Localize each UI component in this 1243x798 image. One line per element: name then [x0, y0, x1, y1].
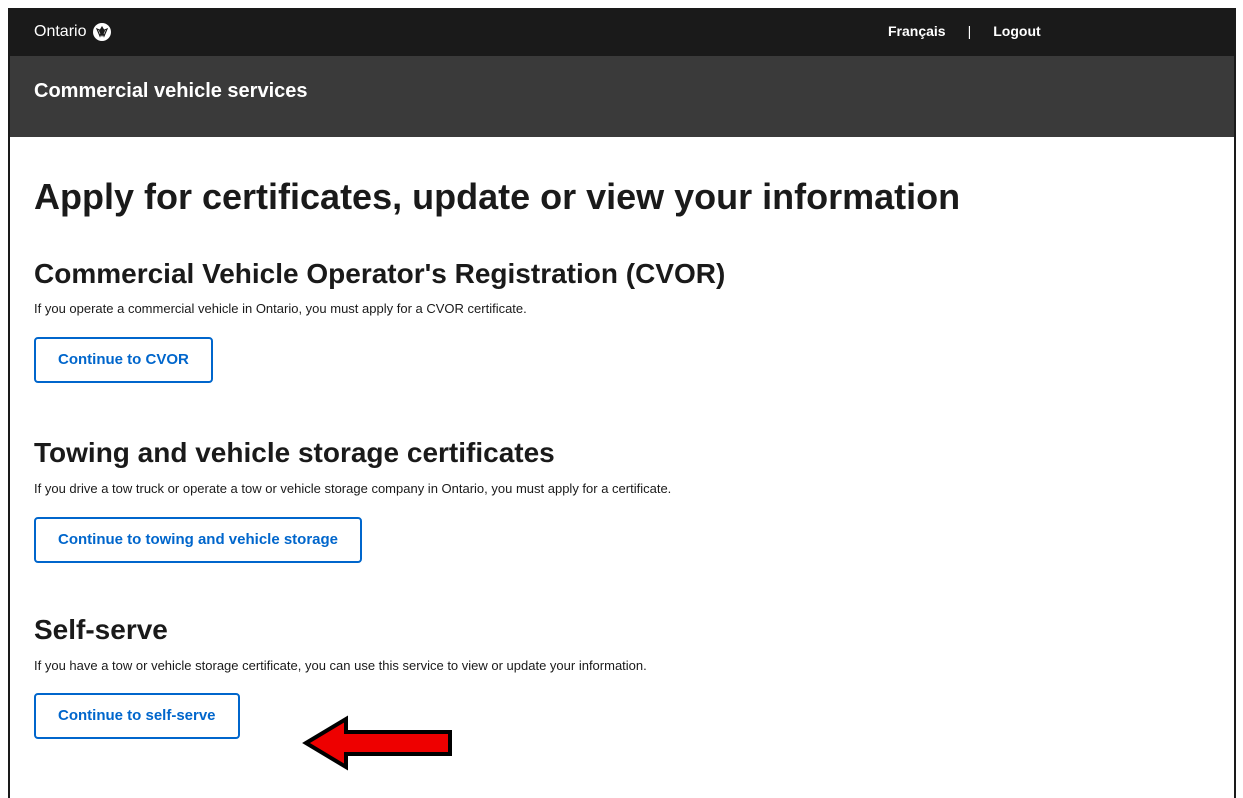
self-serve-description: If you have a tow or vehicle storage cer… — [34, 658, 647, 673]
continue-to-towing-button[interactable]: Continue to towing and vehicle storage — [34, 517, 363, 563]
cvor-description: If you operate a commercial vehicle in O… — [34, 301, 527, 316]
service-header: Commercial vehicle services — [10, 56, 1234, 137]
ontario-logo[interactable]: Ontario — [34, 22, 112, 42]
self-serve-heading: Self-serve — [34, 614, 168, 645]
left-arrow-icon — [302, 715, 452, 771]
continue-to-cvor-button[interactable]: Continue to CVOR — [34, 337, 213, 383]
towing-heading: Towing and vehicle storage certificates — [34, 437, 555, 468]
cvor-heading: Commercial Vehicle Operator's Registrati… — [34, 258, 726, 289]
cvor-section: Commercial Vehicle Operator's Registrati… — [34, 257, 1234, 383]
page-title: Apply for certificates, update or view y… — [34, 176, 961, 217]
continue-to-self-serve-button[interactable]: Continue to self-serve — [34, 693, 240, 739]
page-frame: Ontario Français | Logout Commercial veh… — [8, 8, 1236, 798]
nav-separator: | — [967, 23, 972, 39]
self-serve-section: Self-serve If you have a tow or vehicle … — [34, 613, 1234, 739]
brand-text: Ontario — [34, 23, 87, 40]
logout-link[interactable]: Logout — [993, 23, 1040, 39]
towing-description: If you drive a tow truck or operate a to… — [34, 481, 672, 496]
towing-section: Towing and vehicle storage certificates … — [34, 436, 1234, 563]
main-content: Apply for certificates, update or view y… — [10, 137, 1234, 739]
service-title: Commercial vehicle services — [34, 80, 308, 102]
top-bar: Ontario Français | Logout — [10, 10, 1234, 56]
top-nav: Français | Logout — [888, 23, 1041, 39]
trillium-icon — [93, 23, 112, 41]
language-toggle-link[interactable]: Français — [888, 23, 946, 39]
